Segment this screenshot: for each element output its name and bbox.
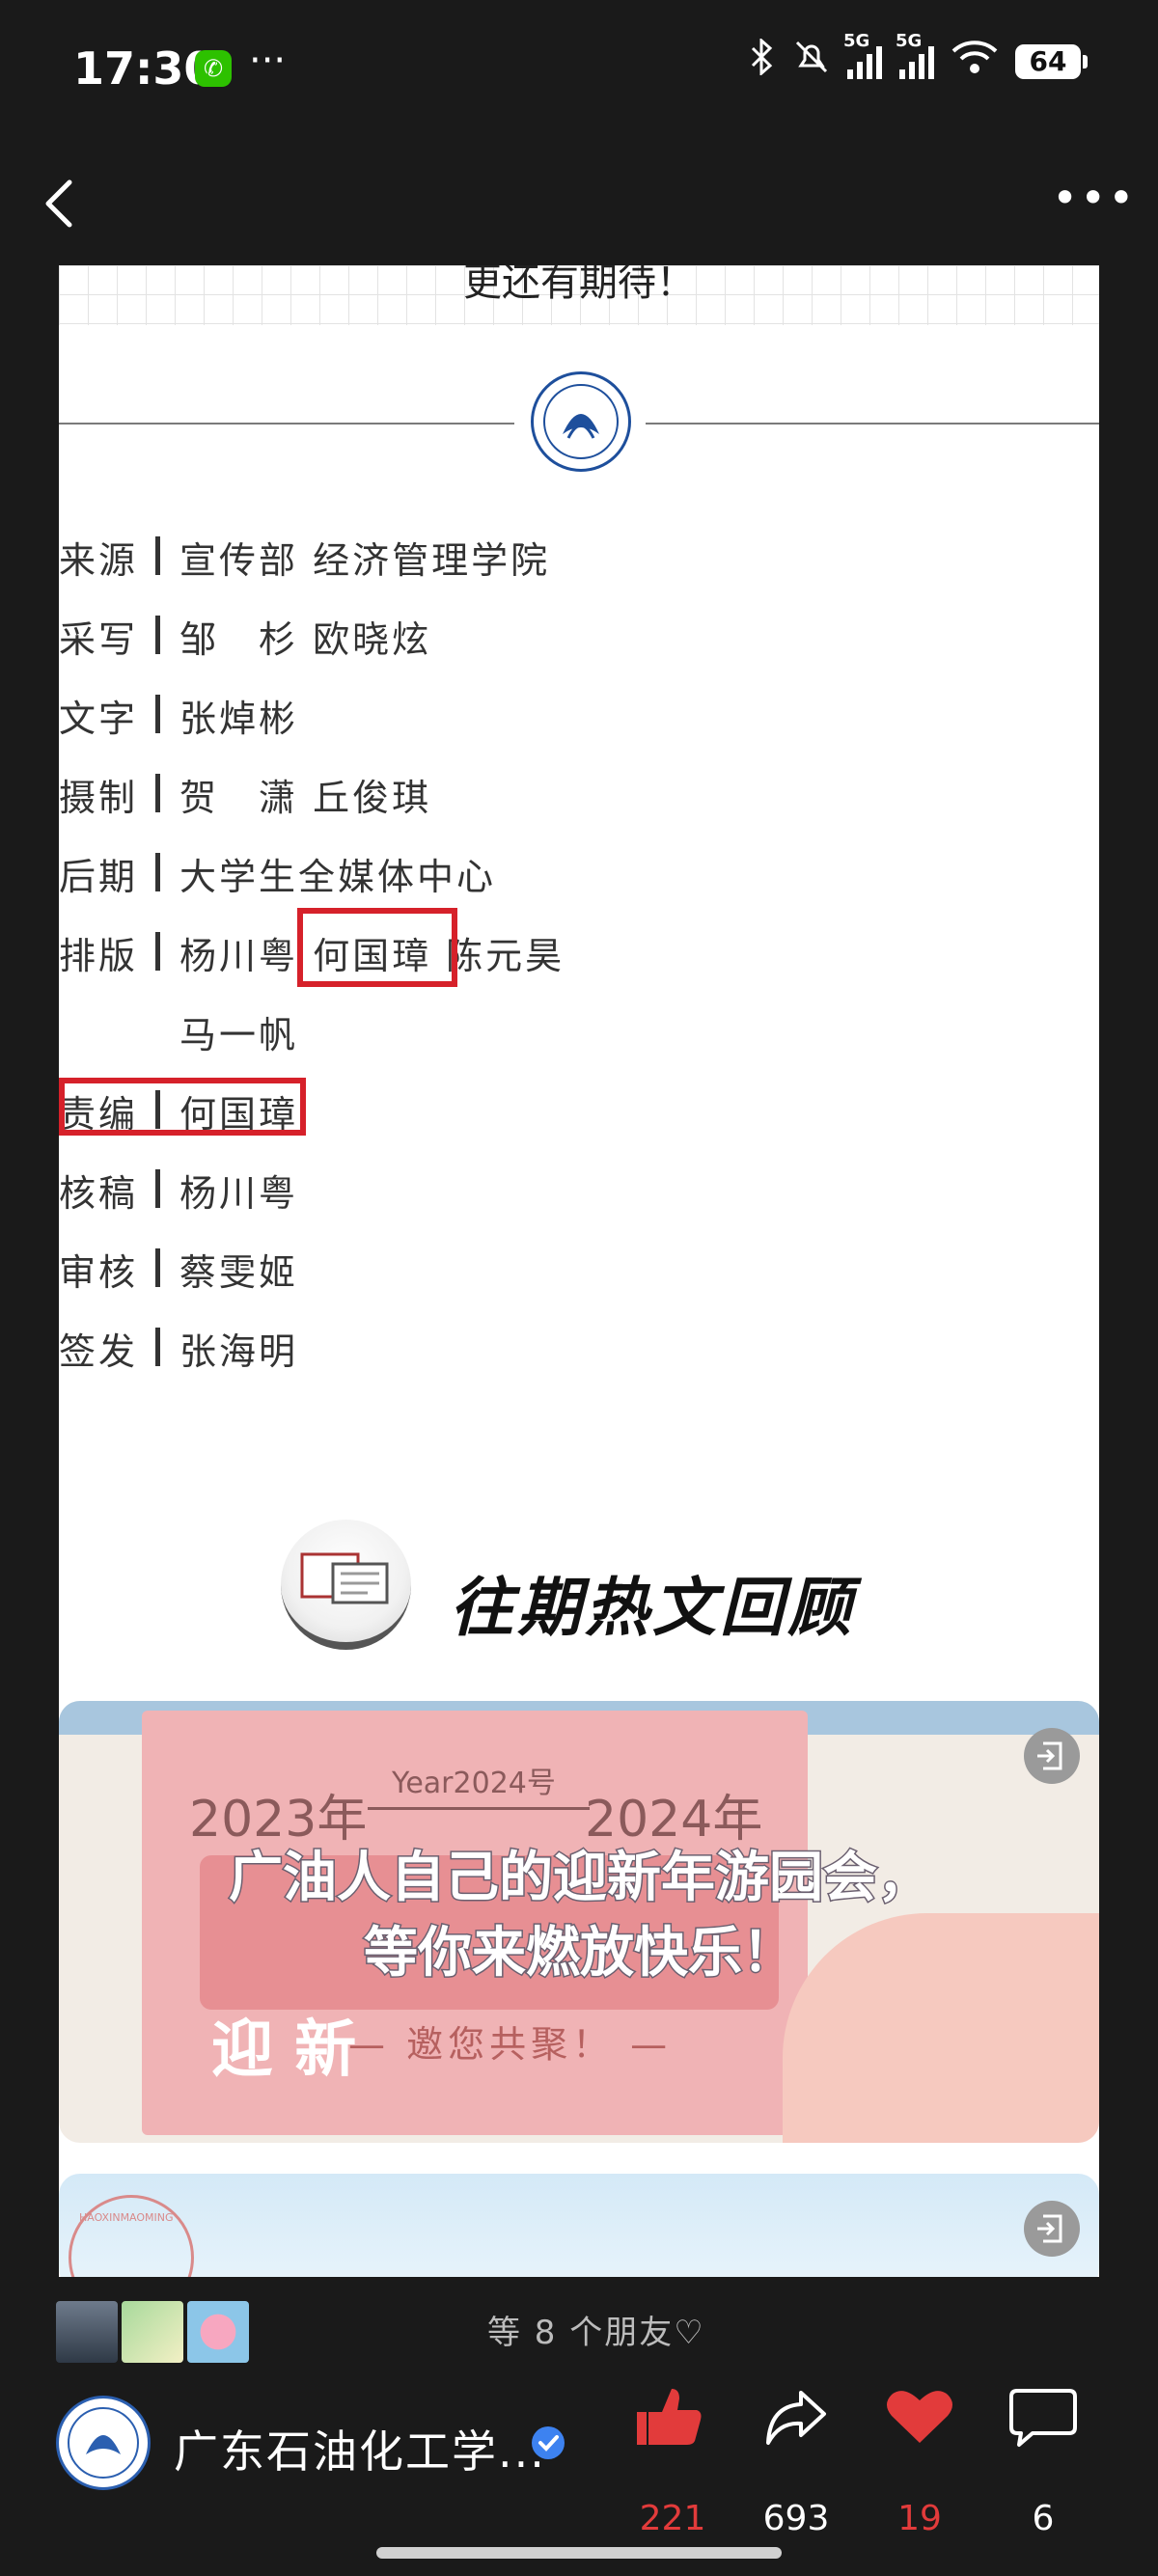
wechat-icon: ✆ xyxy=(195,50,232,87)
monitor-icon xyxy=(281,1520,411,1650)
card-headline: 广油人自己的迎新年游园会， 等你来燃放快乐！ xyxy=(223,1841,937,1991)
account-avatar[interactable] xyxy=(56,2396,151,2490)
credit-key: 审核 xyxy=(59,1251,139,1294)
heart-button[interactable]: 19 xyxy=(876,2383,963,2538)
credit-value: 邹 杉 欧晓炫 xyxy=(179,618,432,661)
back-button[interactable] xyxy=(37,169,95,236)
wifi-icon xyxy=(951,40,998,83)
credit-separator xyxy=(155,1328,160,1366)
credit-key: 来源 xyxy=(59,539,139,582)
credit-value: 杨川粤 xyxy=(179,1172,299,1215)
past-article-card-1[interactable]: 2023年 Year2024号 2024年 迎 新 广油人自己的迎新年游园会， … xyxy=(59,1701,1099,2143)
credit-separator xyxy=(155,1248,160,1287)
headline-line-1: 广油人自己的迎新年游园会， xyxy=(228,1846,933,1911)
credit-value: 宣传部 经济管理学院 xyxy=(179,539,551,582)
avatar xyxy=(122,2301,183,2363)
credit-value: 张焯彬 xyxy=(179,698,299,740)
invite-text: — 邀您共聚！ — xyxy=(348,2023,673,2066)
credit-key: 摄制 xyxy=(59,777,139,819)
status-icons: 5G 5G 64 xyxy=(749,31,1088,84)
heart-count: 19 xyxy=(897,2499,942,2538)
welcome-text: 迎 新 xyxy=(211,2014,357,2086)
banner-text: 更还有期待！ xyxy=(463,265,695,305)
mute-icon xyxy=(793,39,830,84)
more-button[interactable]: ••• xyxy=(1052,169,1134,236)
open-link-icon[interactable] xyxy=(1024,1728,1080,1784)
credit-key: 后期 xyxy=(59,856,139,898)
section-title: 往期热文回顾 xyxy=(450,1571,855,1645)
seal-text: HAOXINMAOMING xyxy=(79,2211,174,2224)
divider-line-left xyxy=(59,423,514,425)
credit-key: 采写 xyxy=(59,618,139,661)
status-bar: 17:30 ✆ ··· 5G 5G 64 xyxy=(0,0,1158,140)
bluetooth-icon xyxy=(749,37,776,84)
comment-icon xyxy=(1009,2389,1077,2447)
bottom-action-bar: 等 8 个朋友♡ 广东石油化工学... 221 693 19 6 xyxy=(0,2277,1158,2576)
credit-separator xyxy=(155,774,160,812)
network-type-label: 5G xyxy=(843,30,870,51)
credit-key: 文字 xyxy=(59,698,139,740)
credit-value: 贺 潇 丘俊琪 xyxy=(179,777,432,819)
credit-value: 大学生全媒体中心 xyxy=(179,856,497,898)
avatar xyxy=(56,2301,118,2363)
home-indicator[interactable] xyxy=(376,2547,782,2559)
comment-count: 6 xyxy=(1032,2499,1055,2538)
credit-separator xyxy=(155,932,160,971)
credit-separator xyxy=(155,536,160,575)
highlight-box-editor-layout xyxy=(297,908,457,987)
headline-line-2: 等你来燃放快乐！ xyxy=(363,1921,798,1987)
credit-value: 马一帆 xyxy=(179,1014,299,1056)
open-link-icon[interactable] xyxy=(1024,2201,1080,2257)
credit-separator xyxy=(155,853,160,891)
avatar xyxy=(187,2301,249,2363)
share-icon xyxy=(766,2391,826,2445)
divider-line-right xyxy=(646,423,1099,425)
thumbs-up-button[interactable]: 221 xyxy=(629,2383,716,2538)
verified-badge-icon xyxy=(529,2424,567,2462)
signal-icon-2: 5G xyxy=(896,31,934,79)
thumbs-up-icon xyxy=(637,2389,702,2445)
credit-separator xyxy=(155,616,160,654)
credit-value: 蔡雯姬 xyxy=(179,1251,299,1294)
friend-avatars[interactable] xyxy=(56,2301,249,2363)
year-right: 2024年 xyxy=(585,1791,763,1849)
like-count: 221 xyxy=(639,2499,706,2538)
past-article-card-2[interactable]: HAOXINMAOMING xyxy=(59,2174,1099,2277)
share-button[interactable]: 693 xyxy=(753,2383,840,2538)
credit-key: 签发 xyxy=(59,1330,139,1373)
network-type-label-2: 5G xyxy=(896,30,923,51)
year-mid: Year2024号 xyxy=(392,1767,556,1800)
section-heading: 往期热文回顾 xyxy=(281,1520,956,1664)
friends-liked-text[interactable]: 等 8 个朋友♡ xyxy=(487,2306,705,2353)
battery-icon: 64 xyxy=(1015,43,1088,79)
account-name[interactable]: 广东石油化工学... xyxy=(174,2417,546,2480)
year-left: 2023年 xyxy=(189,1791,368,1849)
highlight-box-chief-editor xyxy=(59,1078,306,1136)
nav-bar: ••• xyxy=(0,140,1158,265)
seal-logo-icon: HAOXINMAOMING xyxy=(69,2195,194,2277)
article-content: 更还有期待！ 来源 宣传部 经济管理学院 采写 邹 杉 欧晓炫 文字 张焯彬 摄… xyxy=(59,265,1099,2277)
grid-banner: 更还有期待！ xyxy=(59,265,1099,325)
status-more-dots: ··· xyxy=(249,39,287,83)
credit-separator xyxy=(155,695,160,733)
credit-separator xyxy=(155,1169,160,1208)
credit-key: 排版 xyxy=(59,935,139,977)
credit-key: 核稿 xyxy=(59,1172,139,1215)
status-time: 17:30 xyxy=(73,42,215,95)
credit-value: 张海明 xyxy=(179,1330,299,1373)
signal-icon: 5G xyxy=(843,31,882,79)
share-count: 693 xyxy=(762,2499,830,2538)
chevron-left-icon xyxy=(45,179,72,228)
arrow-line xyxy=(368,1807,590,1810)
comment-button[interactable]: 6 xyxy=(1000,2383,1087,2538)
heart-icon xyxy=(887,2391,952,2443)
university-logo-icon xyxy=(531,371,631,472)
